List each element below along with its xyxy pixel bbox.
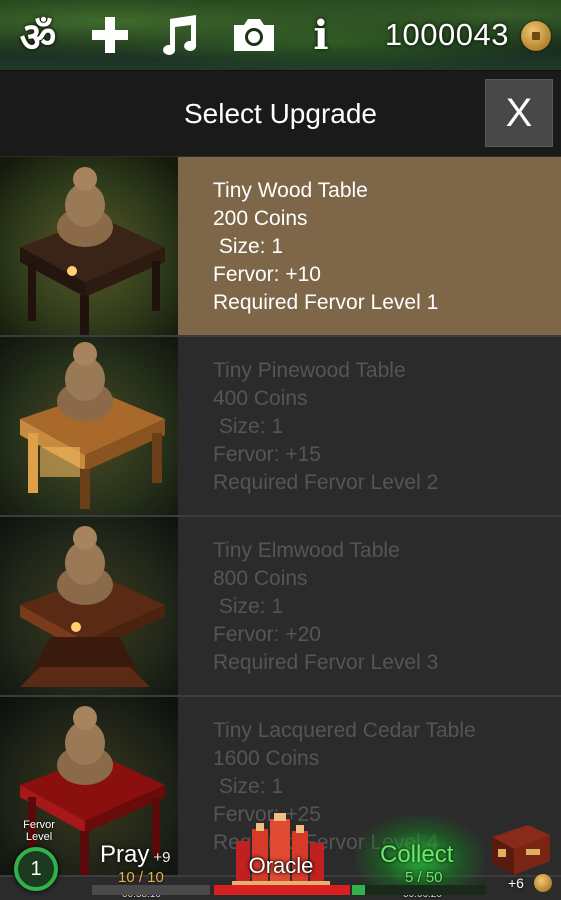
upgrade-item[interactable]: Tiny Elmwood Table 800 Coins Size: 1 Fer… [0, 517, 561, 697]
fervor-level-badge[interactable]: 1 [14, 847, 58, 891]
camera-icon[interactable] [226, 10, 282, 60]
treasure-chest-button[interactable] [488, 819, 554, 879]
upgrade-info: Tiny Elmwood Table 800 Coins Size: 1 Fer… [178, 517, 561, 695]
chest-bonus: +6 [508, 875, 524, 891]
upgrade-header: Select Upgrade X [0, 71, 561, 156]
oracle-button[interactable]: Oracle [228, 811, 334, 891]
coin-icon [521, 21, 551, 51]
fervor-level-label: Fervor Level [23, 819, 55, 843]
collect-progress-track [352, 885, 486, 895]
upgrade-cost: 1600 Coins [213, 747, 320, 770]
collect-button[interactable]: Collect [380, 841, 453, 869]
upgrade-cost: 800 Coins [213, 567, 308, 590]
close-button[interactable]: X [485, 79, 553, 147]
upgrade-fervor: Fervor: +15 [213, 443, 321, 466]
upgrade-list: Tiny Wood Table 200 Coins Size: 1 Fervor… [0, 157, 561, 877]
upgrade-thumbnail [0, 337, 178, 515]
upgrade-size: Size: 1 [213, 235, 284, 258]
temple-icon [232, 813, 330, 891]
upgrade-name: Tiny Lacquered Cedar Table [213, 719, 476, 742]
shrine-table-image [0, 157, 178, 335]
om-glyph: ॐ [19, 14, 57, 61]
upgrade-info: Tiny Wood Table 200 Coins Size: 1 Fervor… [178, 157, 561, 335]
upgrade-cost: 400 Coins [213, 387, 308, 410]
pray-progress-fill [92, 885, 210, 895]
oracle-progress-track [214, 885, 350, 895]
upgrade-size: Size: 1 [213, 415, 284, 438]
oracle-label: Oracle [248, 853, 314, 878]
pray-bonus: +9 [153, 849, 171, 866]
upgrade-size: Size: 1 [213, 775, 284, 798]
shrine-table-image [0, 337, 178, 515]
om-icon[interactable]: ॐ [10, 10, 66, 61]
upgrade-name: Tiny Pinewood Table [213, 359, 406, 382]
coin-icon [534, 874, 552, 892]
plus-icon[interactable] [82, 10, 138, 60]
chest-icon [492, 825, 550, 875]
upgrade-fervor: Fervor: +10 [213, 263, 321, 286]
collect-progress-fill [352, 885, 366, 895]
upgrade-info: Tiny Pinewood Table 400 Coins Size: 1 Fe… [178, 337, 561, 515]
upgrade-item[interactable]: Tiny Pinewood Table 400 Coins Size: 1 Fe… [0, 337, 561, 517]
collect-count: 5 / 50 [405, 869, 443, 886]
upgrade-requirement: Required Fervor Level 3 [213, 651, 439, 674]
page-title: Select Upgrade [183, 98, 377, 129]
upgrade-thumbnail [0, 517, 178, 695]
upgrade-requirement: Required Fervor Level 1 [213, 291, 439, 314]
info-icon[interactable]: i [293, 10, 349, 60]
info-glyph: i [313, 11, 329, 59]
upgrade-requirement: Required Fervor Level 2 [213, 471, 439, 494]
upgrade-name: Tiny Elmwood Table [213, 539, 400, 562]
upgrade-name: Tiny Wood Table [213, 179, 368, 202]
upgrade-size: Size: 1 [213, 595, 284, 618]
music-icon[interactable] [150, 10, 206, 60]
pray-progress-track [92, 885, 210, 895]
upgrade-cost: 200 Coins [213, 207, 308, 230]
top-bar: ॐ i 1000043 [0, 0, 561, 71]
upgrade-thumbnail [0, 157, 178, 335]
pray-count: 10 / 10 [118, 869, 164, 886]
pray-label: Pray [100, 841, 150, 868]
pray-button[interactable]: Pray +9 [100, 841, 170, 869]
upgrade-item[interactable]: Tiny Wood Table 200 Coins Size: 1 Fervor… [0, 157, 561, 337]
upgrade-fervor: Fervor: +20 [213, 623, 321, 646]
shrine-table-image [0, 517, 178, 695]
coin-balance: 1000043 [384, 17, 509, 52]
oracle-progress-fill [214, 885, 350, 895]
